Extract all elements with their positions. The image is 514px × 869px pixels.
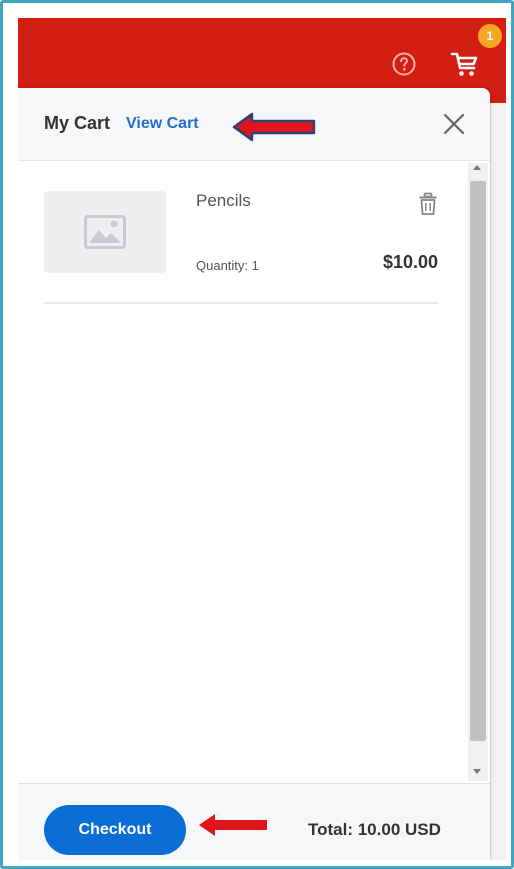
item-price: $10.00 [382, 252, 438, 272]
scroll-up-arrow-icon[interactable] [473, 165, 481, 170]
trash-icon[interactable] [418, 192, 438, 216]
annotation-arrow-icon [199, 814, 267, 836]
cart-icon[interactable] [450, 50, 480, 78]
divider [44, 302, 438, 304]
view-cart-link[interactable]: View Cart [126, 115, 199, 133]
help-icon[interactable] [392, 52, 416, 76]
annotation-arrow-icon [232, 112, 316, 142]
image-placeholder-icon [84, 215, 126, 249]
cart-total: Total: 10.00 USD [308, 820, 441, 839]
app-window: 1 My Cart View Cart Pencils Quantity: 1 … [18, 18, 506, 860]
item-quantity: Quantity: 1 [196, 258, 259, 273]
scroll-down-arrow-icon[interactable] [473, 769, 481, 774]
cart-items-list: Pencils Quantity: 1 $10.00 [18, 161, 466, 783]
close-icon[interactable] [442, 112, 466, 136]
cart-panel: My Cart View Cart Pencils Quantity: 1 $1… [18, 88, 490, 860]
cart-title: My Cart [44, 113, 111, 133]
item-name: Pencils [196, 191, 251, 210]
checkout-button[interactable]: Checkout [44, 805, 186, 855]
page-background-strip [490, 103, 506, 860]
screenshot-frame: 1 My Cart View Cart Pencils Quantity: 1 … [0, 0, 514, 869]
scrollbar-thumb[interactable] [470, 181, 486, 741]
item-thumbnail [44, 191, 166, 273]
scrollbar[interactable] [468, 163, 488, 781]
cart-badge: 1 [478, 24, 502, 48]
